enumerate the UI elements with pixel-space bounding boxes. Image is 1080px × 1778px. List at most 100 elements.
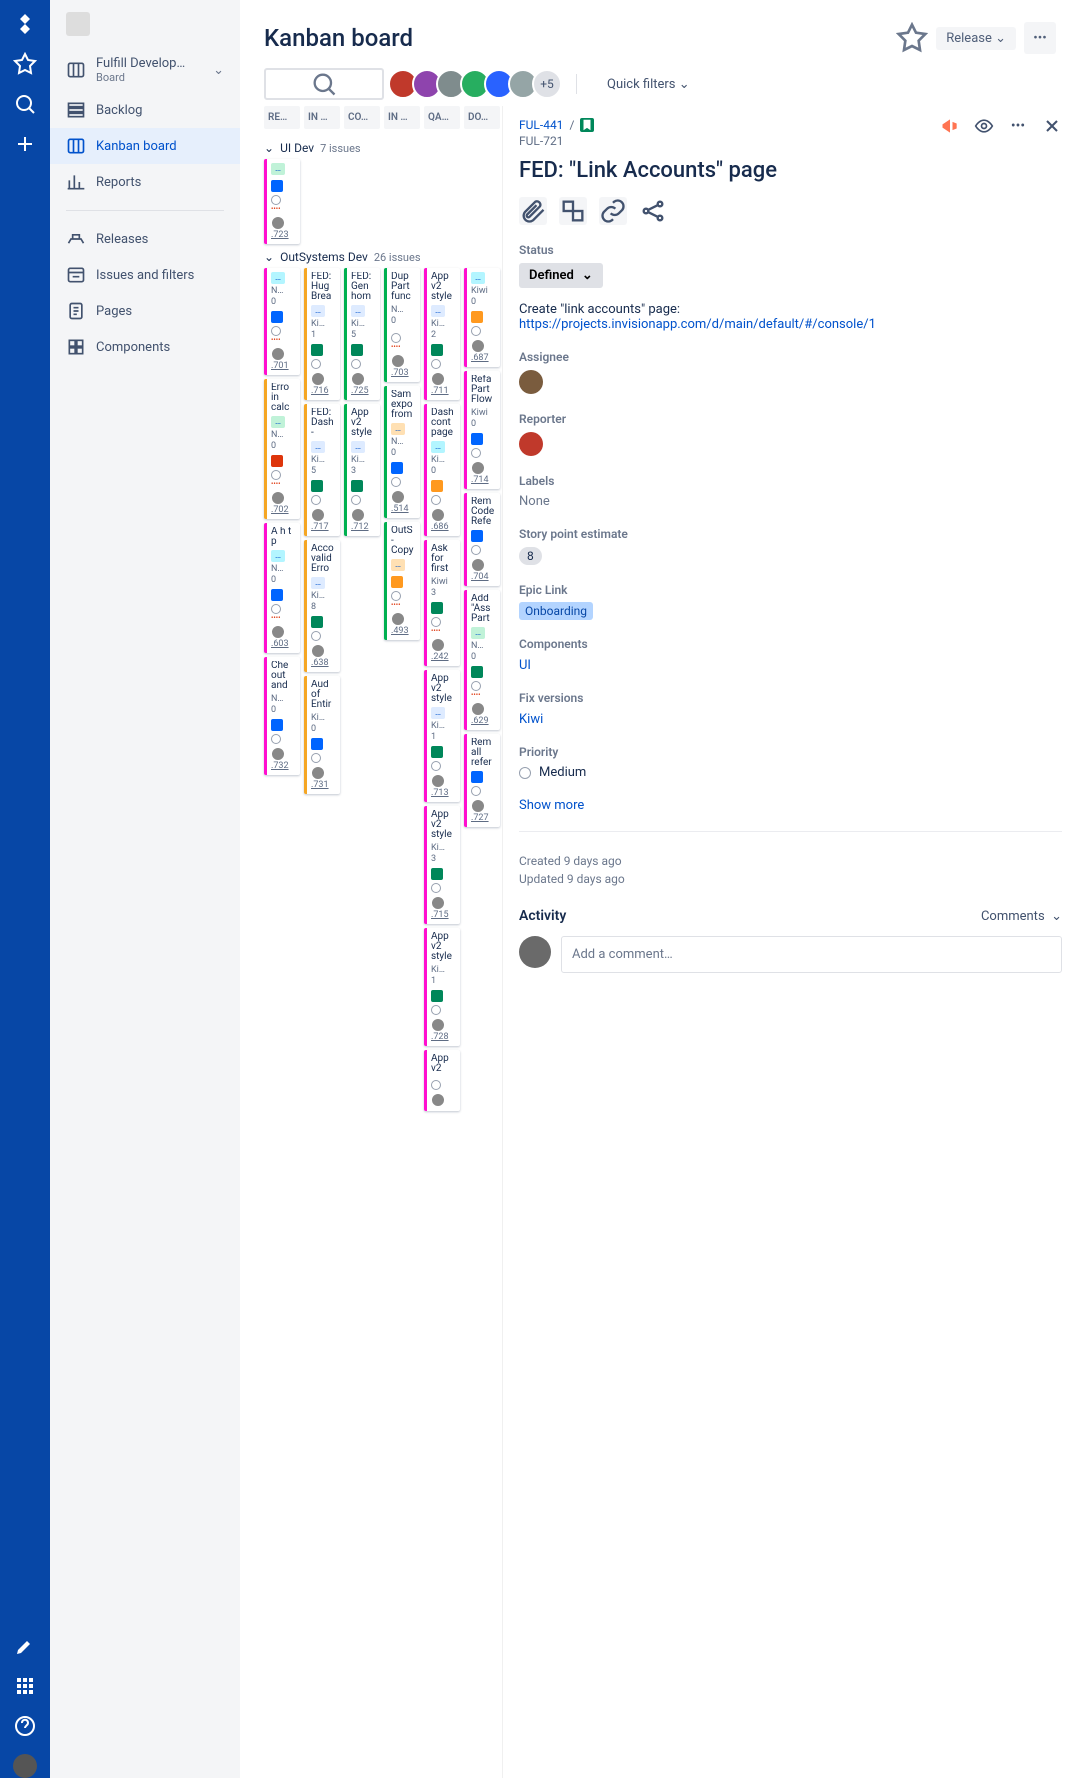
sidebar-item-releases[interactable]: Releases [50, 221, 240, 257]
components-value[interactable]: UI [519, 658, 531, 673]
labels-value[interactable]: None [519, 494, 1062, 509]
column-header[interactable]: RE… [264, 106, 300, 129]
kanban-card[interactable]: …Kiwi0.687 [464, 268, 500, 367]
kanban-card[interactable]: Rem all refer.727 [464, 734, 500, 827]
kanban-card[interactable]: A h t p…N…0••••.603 [264, 523, 300, 653]
labels-label: Labels [519, 474, 1062, 488]
show-more[interactable]: Show more [519, 798, 1062, 813]
kanban-card[interactable]: App v2 style…Ki…2.711 [424, 268, 460, 400]
kanban-card[interactable]: …••••.723 [264, 159, 300, 244]
release-button[interactable]: Release ⌄ [936, 27, 1016, 50]
column-header[interactable]: QA… [424, 106, 460, 129]
attach-icon[interactable] [519, 197, 547, 225]
sidebar-item-reports[interactable]: Reports [50, 164, 240, 200]
assignee-field[interactable] [519, 370, 1062, 394]
quick-filters[interactable]: Quick filters ⌄ [607, 77, 690, 92]
sidebar-item-label: Fulfill Develop… [96, 56, 185, 71]
star-button[interactable] [896, 22, 928, 54]
link-icon[interactable] [599, 197, 627, 225]
search-input[interactable] [264, 68, 384, 100]
activity-selector[interactable]: Comments ⌄ [981, 909, 1062, 924]
kanban-card[interactable]: Ask for firstKiwi3••••.242 [424, 540, 460, 666]
description-link[interactable]: https://projects.invisionapp.com/d/main/… [519, 317, 876, 332]
priority-icon [519, 767, 531, 779]
swimlane-header[interactable]: ⌄ OutSystems Dev 26 issues [264, 244, 500, 268]
avatar-more[interactable]: +5 [532, 69, 562, 99]
sidebar-item-backlog[interactable]: Backlog [50, 92, 240, 128]
avatar-row: +5 [394, 69, 562, 99]
comment-input[interactable]: Add a comment… [561, 936, 1062, 973]
ship-icon [66, 229, 86, 249]
kanban-card[interactable]: Add "Ass Part…N…0••••.629 [464, 590, 500, 730]
give-feedback-icon[interactable] [940, 116, 960, 136]
swimlane-header[interactable]: ⌄ UI Dev 7 issues [264, 135, 500, 159]
jira-logo-icon[interactable] [13, 12, 37, 36]
kanban-card[interactable]: FED: Dash -…Ki…5.717 [304, 404, 340, 536]
star-icon[interactable] [13, 52, 37, 76]
column-header[interactable]: DO… [464, 106, 500, 129]
description[interactable]: Create "link accounts" page: https://pro… [519, 302, 1062, 332]
sidebar: Fulfill Develop… Board ⌄ Backlog Kanban … [50, 0, 240, 1778]
share-icon[interactable] [639, 197, 667, 225]
kanban-card[interactable]: Aud of EntirKi…0.731 [304, 676, 340, 794]
kanban-card[interactable]: Rem Code Refe.704 [464, 493, 500, 586]
kanban-card[interactable]: App v2 style…Ki…3.712 [344, 404, 380, 536]
priority-label: Priority [519, 745, 1062, 759]
close-icon[interactable] [1042, 116, 1062, 136]
kanban-card[interactable]: App v2 styleKi…1.728 [424, 928, 460, 1046]
created-timestamp: Created 9 days ago [519, 852, 1062, 870]
sidebar-item-board[interactable]: Fulfill Develop… Board ⌄ [50, 48, 240, 92]
kanban-card[interactable]: Dup Part funcN…0••••.703 [384, 268, 420, 382]
backlog-icon [66, 100, 86, 120]
kanban-card[interactable]: Acco valid Erro…Ki…8.638 [304, 540, 340, 672]
page-title: Kanban board [264, 24, 413, 52]
plus-icon[interactable] [13, 132, 37, 156]
kanban-card[interactable]: …N…0••••.701 [264, 268, 300, 375]
sidebar-item-issues[interactable]: Issues and filters [50, 257, 240, 293]
sidebar-item-kanban[interactable]: Kanban board [50, 128, 240, 164]
more-button[interactable]: ••• [1024, 22, 1056, 54]
kanban-card[interactable]: OutS - Copy…••••.493 [384, 522, 420, 640]
epic-value[interactable]: Onboarding [519, 602, 593, 620]
breadcrumb-parent[interactable]: FUL-441 [519, 118, 563, 132]
chevron-down-icon: ⌄ [213, 63, 224, 78]
kanban-card[interactable]: App v2 style…Ki…1.713 [424, 670, 460, 802]
column-header[interactable]: CO… [344, 106, 380, 129]
chevron-down-icon: ⌄ [264, 250, 274, 264]
sidebar-item-label: Components [96, 340, 170, 355]
kanban-card[interactable]: App v2 [424, 1050, 460, 1111]
search-icon[interactable] [13, 92, 37, 116]
page-icon [66, 301, 86, 321]
kanban-card[interactable]: Sam expo from…N…0.514 [384, 386, 420, 518]
subtask-icon[interactable] [559, 197, 587, 225]
priority-value[interactable]: Medium [519, 765, 1062, 780]
kanban-card[interactable]: Dash cont page…Ki…0.686 [424, 404, 460, 536]
kanban-card[interactable]: FED: Gen hom…Ki…5.725 [344, 268, 380, 400]
status-dropdown[interactable]: Defined⌄ [519, 263, 603, 288]
chevron-down-icon: ⌄ [582, 268, 593, 283]
sidebar-item-pages[interactable]: Pages [50, 293, 240, 329]
kanban-board: RE…IN …CO…IN …QA…DO… ⌄ UI Dev 7 issues…•… [240, 106, 502, 1778]
more-icon[interactable]: ••• [1008, 116, 1028, 136]
kanban-card[interactable]: App v2 styleKi…3.715 [424, 806, 460, 924]
column-header[interactable]: IN … [304, 106, 340, 129]
sidebar-item-components[interactable]: Components [50, 329, 240, 365]
issue-title[interactable]: FED: "Link Accounts" page [519, 158, 1062, 183]
apps-icon[interactable] [13, 1674, 37, 1698]
rocket-icon[interactable] [13, 1634, 37, 1658]
watch-icon[interactable] [974, 116, 994, 136]
component-icon [66, 337, 86, 357]
kanban-card[interactable]: Erro in calc…N…0••••.702 [264, 379, 300, 519]
fix-value[interactable]: Kiwi [519, 712, 543, 727]
kanban-card[interactable]: FED: Hug Brea…Ki…1.716 [304, 268, 340, 400]
column-header[interactable]: IN … [384, 106, 420, 129]
breadcrumb-child[interactable]: FUL-721 [519, 134, 563, 148]
help-icon[interactable] [13, 1714, 37, 1738]
kanban-card[interactable]: Refa Part FlowKiwi0.714 [464, 371, 500, 489]
user-avatar[interactable] [13, 1754, 37, 1778]
sp-value[interactable]: 8 [519, 547, 542, 565]
reporter-field[interactable] [519, 432, 1062, 456]
global-nav [0, 0, 50, 1778]
epic-label: Epic Link [519, 583, 1062, 597]
kanban-card[interactable]: Che out andN…0.732 [264, 657, 300, 775]
